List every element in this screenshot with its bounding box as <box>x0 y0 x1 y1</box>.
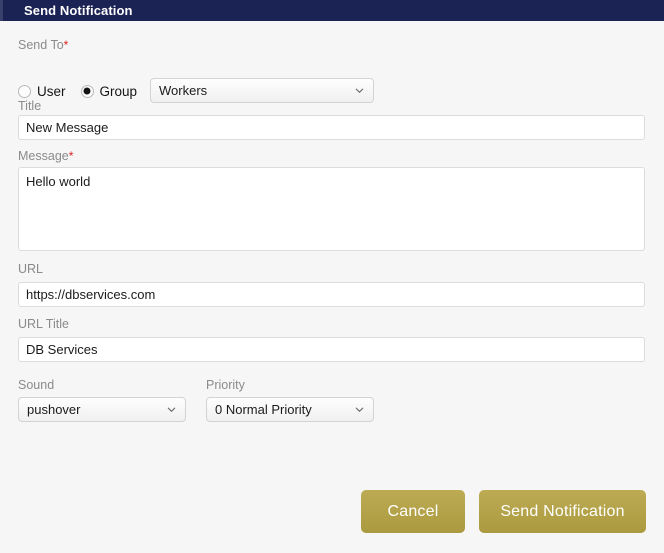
title-label: Title <box>18 99 42 113</box>
url-title-input[interactable] <box>18 337 645 362</box>
radio-group-dot[interactable] <box>80 84 94 98</box>
message-textarea[interactable] <box>18 167 645 251</box>
message-required-mark: * <box>68 149 74 163</box>
chevron-down-icon <box>167 407 176 412</box>
window-title: Send Notification <box>24 3 133 18</box>
url-input[interactable] <box>18 282 645 307</box>
send-notification-window: Send Notification Send To* User Group Wo… <box>0 0 664 553</box>
radio-user-label: User <box>37 83 66 99</box>
cancel-button[interactable]: Cancel <box>361 490 465 533</box>
priority-select[interactable]: 0 Normal Priority <box>206 397 374 422</box>
radio-group-label: Group <box>99 83 138 99</box>
group-select-value: Workers <box>159 83 208 98</box>
window-titlebar: Send Notification <box>0 0 664 21</box>
message-label: Message* <box>18 149 74 163</box>
sound-select-value: pushover <box>27 402 81 417</box>
radio-option-group[interactable]: Group <box>80 83 138 99</box>
title-input[interactable] <box>18 115 645 140</box>
chevron-down-icon <box>355 407 364 412</box>
radio-user-dot[interactable] <box>18 84 31 98</box>
priority-label: Priority <box>206 378 245 392</box>
sound-label: Sound <box>18 378 55 392</box>
notification-form: Send To* User Group Workers Title Messag… <box>0 21 664 553</box>
send-notification-button[interactable]: Send Notification <box>479 490 646 533</box>
send-to-required-mark: * <box>63 38 69 52</box>
send-to-label: Send To* <box>18 38 69 52</box>
url-title-label: URL Title <box>18 317 69 331</box>
url-label: URL <box>18 262 44 276</box>
chevron-down-icon <box>355 88 364 93</box>
radio-option-user[interactable]: User <box>18 84 66 99</box>
priority-select-value: 0 Normal Priority <box>215 402 312 417</box>
group-select[interactable]: Workers <box>150 78 374 103</box>
titlebar-left-accent <box>0 0 3 21</box>
sound-select[interactable]: pushover <box>18 397 186 422</box>
